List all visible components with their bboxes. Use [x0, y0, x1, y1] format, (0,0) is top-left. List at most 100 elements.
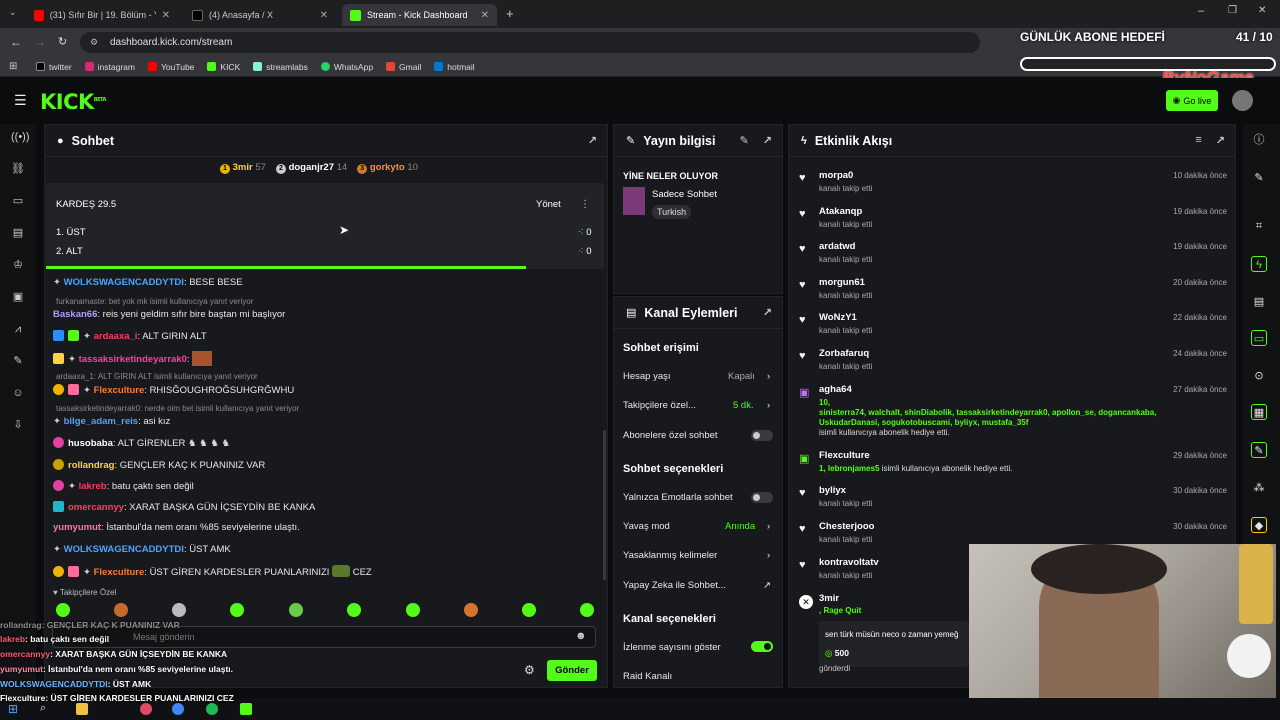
window-close-icon[interactable]: ✕: [1258, 5, 1266, 16]
info-icon[interactable]: ⓘ: [1251, 132, 1267, 148]
file-explorer-icon[interactable]: [76, 703, 88, 715]
emote-button[interactable]: [522, 603, 536, 617]
settings-gear-icon[interactable]: ⚙: [524, 663, 535, 677]
analytics-icon[interactable]: ▤: [11, 226, 25, 240]
trophy-icon[interactable]: ♔: [11, 258, 25, 272]
dots-icon[interactable]: ⁂: [1251, 480, 1267, 496]
tab-search-icon[interactable]: ⌄: [9, 7, 17, 18]
emote-button[interactable]: [114, 603, 128, 617]
bookmark-whatsapp[interactable]: WhatsApp: [320, 62, 373, 72]
tab-x[interactable]: (4) Anasayfa / X ✕: [184, 4, 336, 26]
ai-chat-row[interactable]: Yapay Zeka ile Sohbet... ↗: [623, 580, 773, 591]
banned-words-row[interactable]: Yasaklanmış kelimeler ›: [623, 550, 773, 561]
kick-app-icon[interactable]: [240, 703, 252, 715]
broadcast-icon[interactable]: ⊙: [1251, 368, 1267, 384]
emote-button[interactable]: [289, 603, 303, 617]
poll-option-1[interactable]: 1. ÜST: [56, 227, 86, 238]
reload-icon[interactable]: ↻: [58, 35, 67, 48]
bookmark-kick[interactable]: KICK: [207, 62, 240, 72]
bookmark-streamlabs[interactable]: streamlabs: [253, 62, 308, 72]
chat-username[interactable]: lakreb: [79, 481, 107, 492]
chat-message[interactable]: ✦ WOLKSWAGENCADDYTDI: ÜST AMK: [53, 544, 231, 555]
chrome-icon[interactable]: [172, 703, 184, 715]
tab-kick-dashboard[interactable]: Stream - Kick Dashboard ✕: [342, 4, 497, 26]
video-icon[interactable]: ▣: [11, 290, 25, 304]
leader-item[interactable]: 3 gorkyto 10: [357, 162, 418, 174]
filter-icon[interactable]: ≡: [1195, 134, 1201, 147]
avatar[interactable]: [1232, 90, 1253, 111]
bolt-icon[interactable]: ϟ: [1251, 256, 1267, 272]
ticket-icon[interactable]: ◆: [1251, 517, 1267, 533]
close-icon[interactable]: ✕: [162, 10, 170, 21]
app-icon[interactable]: [140, 703, 152, 715]
chart-icon[interactable]: ⩘: [11, 322, 25, 336]
bookmark-hotmail[interactable]: hotmail: [434, 62, 475, 72]
followers-only-row[interactable]: Takipçilere özel... 5 dk. ›: [623, 400, 773, 411]
new-tab-button[interactable]: +: [506, 6, 514, 21]
bookmark-gmail[interactable]: Gmail: [386, 62, 421, 72]
popout-icon[interactable]: ↗: [763, 134, 772, 147]
chat-message[interactable]: ✦ lakreb: batu çaktı sen değil: [53, 480, 194, 492]
chat-username[interactable]: Baskan66: [53, 309, 97, 320]
popout-icon[interactable]: ↗: [1216, 134, 1225, 147]
chat-username[interactable]: WOLKSWAGENCADDYTDI: [64, 544, 184, 555]
tab-youtube[interactable]: (31) Sıfır Bir | 19. Bölüm - YouTube ✕: [26, 4, 178, 26]
chat-message[interactable]: ✦ tassaksirketindeyarrak0:: [53, 351, 213, 366]
gift-sub-event[interactable]: ▣ agha64 27 dakika önce 10, sinisterra74…: [797, 384, 1227, 442]
send-button[interactable]: Gönder: [547, 660, 597, 681]
chat-message[interactable]: ✦ Flexculture: ÜST GİREN KARDESLER PUANL…: [53, 565, 372, 578]
chat-message[interactable]: ✦ ardaaxa_i: ALT GIRIN ALT: [53, 330, 207, 342]
popout-icon[interactable]: ↗: [588, 134, 597, 147]
emote-button[interactable]: [56, 603, 70, 617]
kick-logo[interactable]: KICKBETA: [40, 90, 106, 114]
spotify-icon[interactable]: [206, 703, 218, 715]
bookmark-youtube[interactable]: YouTube: [148, 62, 194, 72]
more-icon[interactable]: ⋮: [580, 199, 590, 210]
upload-icon[interactable]: ⇩: [11, 418, 25, 432]
poll-manage-button[interactable]: Yönet: [536, 199, 561, 210]
document-icon[interactable]: ▤: [1251, 294, 1267, 310]
category-name[interactable]: Sadece Sohbet: [652, 189, 717, 200]
stream-icon[interactable]: ((•)): [11, 130, 30, 144]
emoji-icon[interactable]: ☻: [575, 630, 587, 642]
chat-username[interactable]: Flexculture: [94, 567, 145, 578]
chat-username[interactable]: rollandrag: [68, 460, 114, 471]
account-age-row[interactable]: Hesap yaşı Kapalı ›: [623, 371, 773, 382]
maximize-icon[interactable]: ❐: [1228, 5, 1237, 16]
chat-username[interactable]: ardaaxa_i: [94, 331, 138, 342]
close-icon[interactable]: ✕: [481, 10, 489, 21]
chat-username[interactable]: tassaksirketindeyarrak0: [79, 354, 187, 365]
menu-icon[interactable]: ☰: [14, 92, 27, 109]
emotes-only-toggle[interactable]: [751, 492, 773, 503]
emote-button[interactable]: [464, 603, 478, 617]
chat-username[interactable]: husobaba: [68, 438, 113, 449]
url-field[interactable]: ⚙ dashboard.kick.com/stream: [80, 32, 980, 53]
chat-username[interactable]: WOLKSWAGENCADDYTDI: [64, 277, 184, 288]
chat-message[interactable]: omercannyy: XARAT BAŞKA GÜN İÇSEYDİN BE …: [53, 501, 315, 513]
subs-only-toggle[interactable]: [751, 430, 773, 441]
back-icon[interactable]: ←: [10, 35, 22, 49]
chat-username[interactable]: bilge_adam_reis: [64, 416, 138, 427]
show-viewers-toggle[interactable]: [751, 641, 773, 652]
leader-item[interactable]: 1 3mir 57: [220, 162, 266, 174]
chat-message[interactable]: ✦ WOLKSWAGENCADDYTDI: BESE BESE: [53, 277, 243, 288]
minimize-icon[interactable]: –: [1198, 5, 1204, 17]
emote-button[interactable]: [347, 603, 361, 617]
leader-item[interactable]: 2 doganjr27 14: [275, 162, 347, 174]
emote-button[interactable]: [172, 603, 186, 617]
chat-scrollbar[interactable]: [603, 430, 606, 580]
chat-message[interactable]: husobaba: ALT GİRENLER ♞ ♞ ♞ ♞: [53, 437, 230, 449]
link-icon[interactable]: ⛓: [11, 162, 25, 176]
chat-icon[interactable]: ▭: [1251, 330, 1267, 346]
emote-button[interactable]: [580, 603, 594, 617]
emote-button[interactable]: [230, 603, 244, 617]
wrench-icon[interactable]: ✎: [11, 354, 25, 368]
chat-message[interactable]: ✦ bilge_adam_reis: asi kız: [53, 416, 170, 427]
chat-username[interactable]: Flexculture: [94, 385, 145, 396]
forward-icon[interactable]: →: [34, 35, 46, 49]
wrench-icon[interactable]: ✎: [1251, 442, 1267, 458]
windows-start-icon[interactable]: ⊞: [8, 702, 18, 716]
chat-username[interactable]: omercannyy: [68, 502, 124, 513]
scan-icon[interactable]: ⌗: [1251, 218, 1267, 234]
popout-icon[interactable]: ↗: [763, 306, 772, 319]
